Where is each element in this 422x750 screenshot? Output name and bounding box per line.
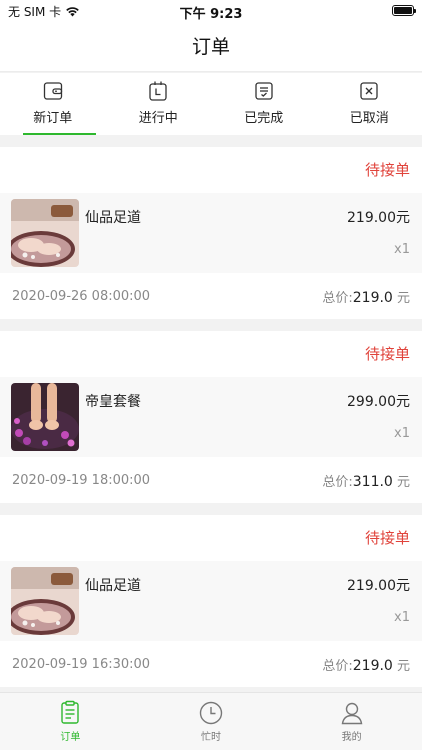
clock-box-icon — [149, 81, 167, 101]
order-status: 待接单 — [364, 529, 410, 547]
tab-label: 已取消 — [349, 111, 389, 126]
order-card[interactable]: 待接单 仙品足道 219.00元 x1 — [0, 147, 422, 319]
order-list: 待接单 仙品足道 219.00元 x1 2020-09-26 08:00:00 … — [0, 135, 422, 687]
order-item[interactable]: 仙品足道 219.00元 x1 — [0, 193, 422, 273]
item-quantity: x1 — [394, 426, 410, 441]
tab-in-progress[interactable]: 进行中 — [106, 73, 212, 135]
tabbar-item-orders[interactable]: 订单 — [0, 693, 141, 750]
tabbar-label: 忙时 — [201, 732, 221, 743]
item-name: 仙品足道 — [85, 578, 141, 594]
total-label: 总价: — [322, 474, 353, 490]
total-value: 219.0 — [352, 657, 393, 674]
total-unit: 元 — [396, 474, 410, 490]
flower-foot-bath-image — [11, 383, 79, 451]
order-time: 2020-09-19 18:00:00 — [12, 472, 151, 488]
total-value: 219.0 — [352, 289, 393, 306]
tabbar-label: 我的 — [341, 732, 362, 743]
page-title: 订单 — [0, 22, 422, 72]
item-price: 299.00元 — [347, 394, 410, 410]
status-bar: 无 SIM 卡 下午 9:23 — [0, 0, 422, 22]
total-value: 311.0 — [352, 473, 393, 490]
order-total: 总价:219.0 元 — [322, 655, 410, 674]
status-time: 下午 9:23 — [179, 7, 243, 22]
order-time: 2020-09-19 16:30:00 — [12, 656, 151, 672]
tabbar-label: 订单 — [60, 732, 81, 743]
foot-bath-image — [11, 199, 79, 267]
item-name: 帝皇套餐 — [85, 394, 141, 410]
order-card[interactable]: 待接单 仙品足道 219.00元 x1 — [0, 515, 422, 687]
total-unit: 元 — [396, 658, 410, 674]
order-footer: 2020-09-26 08:00:00 总价:219.0 元 — [0, 273, 422, 319]
tab-label: 已完成 — [244, 111, 284, 126]
tab-label: 进行中 — [138, 111, 178, 126]
tab-completed[interactable]: 已完成 — [211, 73, 317, 135]
order-header: 待接单 — [0, 331, 422, 377]
item-price: 219.00元 — [347, 210, 410, 226]
order-total: 总价:219.0 元 — [322, 287, 410, 306]
order-list-icon — [61, 700, 80, 724]
order-footer: 2020-09-19 16:30:00 总价:219.0 元 — [0, 641, 422, 687]
x-box-icon — [360, 82, 378, 100]
total-label: 总价: — [322, 658, 353, 674]
tab-new-orders[interactable]: 新订单 — [0, 73, 106, 135]
order-item[interactable]: 帝皇套餐 299.00元 x1 — [0, 377, 422, 457]
order-footer: 2020-09-19 18:00:00 总价:311.0 元 — [0, 457, 422, 503]
tabbar-item-busy-time[interactable]: 忙时 — [141, 693, 282, 750]
tab-label: 新订单 — [33, 111, 73, 126]
product-thumbnail — [11, 383, 79, 451]
product-thumbnail — [11, 567, 79, 635]
order-status: 待接单 — [364, 161, 410, 179]
foot-bath-image — [11, 567, 79, 635]
battery-icon — [392, 5, 416, 16]
bottom-tab-bar: 订单 忙时 我的 — [0, 692, 422, 750]
order-status: 待接单 — [364, 345, 410, 363]
order-item[interactable]: 仙品足道 219.00元 x1 — [0, 561, 422, 641]
item-price: 219.00元 — [347, 578, 410, 594]
item-quantity: x1 — [394, 242, 410, 257]
wallet-icon — [43, 82, 62, 100]
order-header: 待接单 — [0, 515, 422, 561]
check-box-icon — [255, 82, 273, 100]
item-name: 仙品足道 — [85, 210, 141, 226]
user-icon — [341, 702, 362, 725]
order-total: 总价:311.0 元 — [322, 471, 410, 490]
order-header: 待接单 — [0, 147, 422, 193]
order-card[interactable]: 待接单 帝皇套餐 299.00元 x1 2020-09-19 18:00:00 … — [0, 331, 422, 503]
product-thumbnail — [11, 199, 79, 267]
clock-icon — [199, 701, 223, 725]
item-quantity: x1 — [394, 610, 410, 625]
total-unit: 元 — [396, 290, 410, 306]
total-label: 总价: — [322, 290, 353, 306]
tabbar-item-mine[interactable]: 我的 — [281, 693, 422, 750]
order-tabs: 新订单 进行中 已完成 已取消 — [0, 73, 422, 135]
order-time: 2020-09-26 08:00:00 — [12, 288, 151, 304]
tab-cancelled[interactable]: 已取消 — [317, 73, 422, 135]
